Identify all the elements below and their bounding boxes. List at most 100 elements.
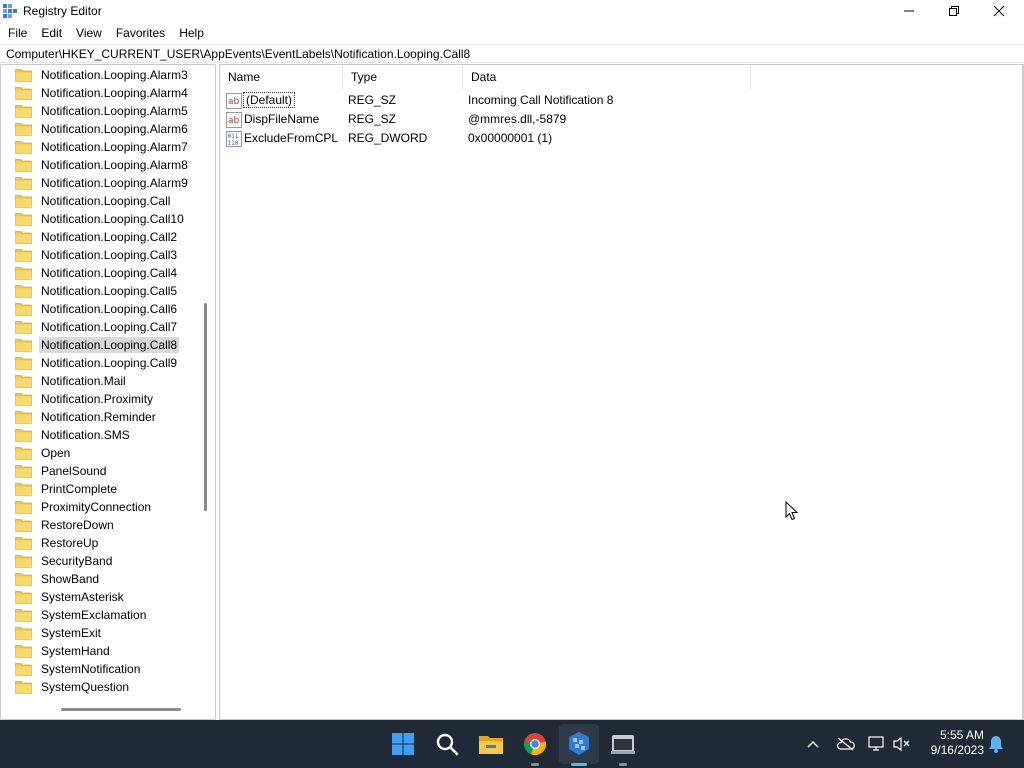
file-explorer-icon bbox=[479, 736, 503, 754]
value-data: Incoming Call Notification 8 bbox=[468, 93, 614, 107]
tree-item[interactable]: Notification.Looping.Alarm3 bbox=[15, 66, 190, 84]
tree-item[interactable]: Notification.Proximity bbox=[15, 390, 155, 408]
onedrive-button[interactable] bbox=[835, 734, 855, 754]
tree-vertical-scrollbar[interactable] bbox=[204, 303, 207, 511]
registry-editor-taskbar-button[interactable] bbox=[565, 730, 593, 758]
tree-item[interactable]: SystemHand bbox=[15, 642, 112, 660]
tree-item[interactable]: ProximityConnection bbox=[15, 498, 153, 516]
folder-icon bbox=[15, 681, 32, 694]
tree-item[interactable]: Notification.Looping.Alarm7 bbox=[15, 138, 190, 156]
tree-item[interactable]: PanelSound bbox=[15, 462, 108, 480]
tree-horizontal-scrollbar[interactable] bbox=[61, 708, 181, 711]
tree-item[interactable]: SystemAsterisk bbox=[15, 588, 126, 606]
tree-item-label: Notification.Looping.Call10 bbox=[41, 212, 184, 226]
values-list-pane[interactable]: Name Type Data ab (Default) REG_SZ Incoming… bbox=[219, 64, 1024, 720]
menu-view[interactable]: View bbox=[69, 23, 109, 43]
tree-item[interactable]: Notification.Mail bbox=[15, 372, 128, 390]
tree-item-label: Notification.Looping.Alarm5 bbox=[41, 104, 188, 118]
menu-file[interactable]: File bbox=[0, 23, 34, 43]
tree-item[interactable]: SecurityBand bbox=[15, 552, 114, 570]
value-row[interactable]: 011 110 ExcludeFromCPL REG_DWORD 0x00000001 … bbox=[220, 129, 750, 148]
folder-icon bbox=[15, 627, 32, 640]
show-hidden-icons-button[interactable] bbox=[803, 734, 823, 754]
tree-item[interactable]: Notification.Looping.Alarm4 bbox=[15, 84, 190, 102]
column-name[interactable]: Name bbox=[220, 65, 342, 89]
close-button[interactable] bbox=[976, 0, 1022, 22]
terminal-running-indicator bbox=[619, 763, 627, 766]
tree-item[interactable]: Notification.Looping.Call2 bbox=[15, 228, 179, 246]
folder-icon bbox=[15, 213, 32, 226]
folder-icon bbox=[15, 537, 32, 550]
tree-item[interactable]: SystemNotification bbox=[15, 660, 142, 678]
volume-button[interactable] bbox=[892, 734, 912, 754]
search-button[interactable] bbox=[433, 730, 461, 758]
tree-item[interactable]: Notification.Looping.Alarm8 bbox=[15, 156, 190, 174]
tree-item[interactable]: Notification.Looping.Alarm9 bbox=[15, 174, 190, 192]
tree-item[interactable]: SystemExclamation bbox=[15, 606, 148, 624]
file-explorer-button[interactable] bbox=[477, 730, 505, 758]
tree-item-label: SystemNotification bbox=[41, 662, 141, 676]
tree-item[interactable]: SystemExit bbox=[15, 624, 103, 642]
tree-item[interactable]: RestoreUp bbox=[15, 534, 100, 552]
svg-text:011: 011 bbox=[228, 133, 239, 140]
tree-item[interactable]: Notification.Reminder bbox=[15, 408, 158, 426]
value-row[interactable]: ab (Default) REG_SZ Incoming Call Notificat… bbox=[220, 91, 750, 110]
terminal-button[interactable] bbox=[609, 730, 637, 758]
tree-item[interactable]: Notification.Looping.Call bbox=[15, 192, 172, 210]
folder-icon bbox=[15, 645, 32, 658]
tree-item[interactable]: Notification.Looping.Call3 bbox=[15, 246, 179, 264]
restore-icon bbox=[949, 6, 959, 16]
tree-item[interactable]: Open bbox=[15, 444, 72, 462]
tree-item[interactable]: Notification.Looping.Call6 bbox=[15, 300, 179, 318]
tree-item[interactable]: Notification.Looping.Call4 bbox=[15, 264, 179, 282]
folder-icon bbox=[15, 555, 32, 568]
menu-help[interactable]: Help bbox=[172, 23, 211, 43]
title-bar: Registry Editor bbox=[0, 0, 1024, 22]
tree-item[interactable]: Notification.Looping.Call5 bbox=[15, 282, 179, 300]
menu-favorites[interactable]: Favorites bbox=[109, 23, 172, 43]
folder-icon bbox=[15, 303, 32, 316]
value-name: (Default) bbox=[242, 92, 296, 108]
tree-item-label: SystemQuestion bbox=[41, 680, 130, 694]
menu-edit[interactable]: Edit bbox=[34, 23, 69, 43]
tree-item[interactable]: Notification.Looping.Call7 bbox=[15, 318, 179, 336]
folder-icon bbox=[15, 465, 32, 478]
network-button[interactable] bbox=[867, 734, 887, 754]
tree-item[interactable]: Notification.Looping.Alarm6 bbox=[15, 120, 190, 138]
key-tree-pane[interactable]: Notification.Looping.Alarm3 Notification.… bbox=[0, 64, 216, 720]
address-path[interactable]: Computer\HKEY_CURRENT_USER\AppEvents\Eve… bbox=[6, 47, 470, 61]
tree-item-label: ProximityConnection bbox=[41, 500, 152, 514]
tree-item[interactable]: Notification.Looping.Call8 bbox=[15, 336, 180, 354]
folder-icon bbox=[15, 267, 32, 280]
tree-item-label: RestoreDown bbox=[41, 518, 114, 532]
folder-icon bbox=[15, 69, 32, 82]
tree-item-label: SecurityBand bbox=[41, 554, 113, 568]
start-icon bbox=[392, 733, 414, 755]
folder-icon bbox=[15, 357, 32, 370]
tree-item[interactable]: Notification.SMS bbox=[15, 426, 132, 444]
tree-item[interactable]: RestoreDown bbox=[15, 516, 116, 534]
start-button[interactable] bbox=[389, 730, 417, 758]
registry-editor-icon bbox=[569, 732, 589, 755]
tree-item[interactable]: PrintComplete bbox=[15, 480, 119, 498]
minimize-button[interactable] bbox=[886, 0, 932, 22]
notifications-button[interactable] bbox=[986, 734, 1006, 754]
tree-item[interactable]: Notification.Looping.Alarm5 bbox=[15, 102, 190, 120]
column-data[interactable]: Data bbox=[462, 65, 750, 89]
restore-button[interactable] bbox=[931, 0, 977, 22]
tree-item[interactable]: ShowBand bbox=[15, 570, 101, 588]
minimize-icon bbox=[904, 10, 914, 12]
tree-item-label: Notification.Mail bbox=[41, 374, 126, 388]
tree-item[interactable]: Notification.Looping.Call9 bbox=[15, 354, 179, 372]
volume-muted-icon bbox=[893, 736, 910, 752]
chrome-button[interactable] bbox=[521, 730, 549, 758]
value-row[interactable]: ab DispFileName REG_SZ @mmres.dll,-5879 bbox=[220, 110, 750, 129]
taskbar-clock[interactable]: 5:55 AM 9/16/2023 bbox=[920, 728, 984, 758]
value-type: REG_SZ bbox=[348, 93, 397, 107]
tree-item[interactable]: SystemQuestion bbox=[15, 678, 131, 696]
column-type[interactable]: Type bbox=[342, 65, 462, 89]
string-value-icon: ab bbox=[226, 93, 242, 109]
address-bar[interactable]: Computer\HKEY_CURRENT_USER\AppEvents\Eve… bbox=[0, 44, 1024, 63]
onedrive-icon bbox=[836, 737, 855, 751]
tree-item[interactable]: Notification.Looping.Call10 bbox=[15, 210, 186, 228]
